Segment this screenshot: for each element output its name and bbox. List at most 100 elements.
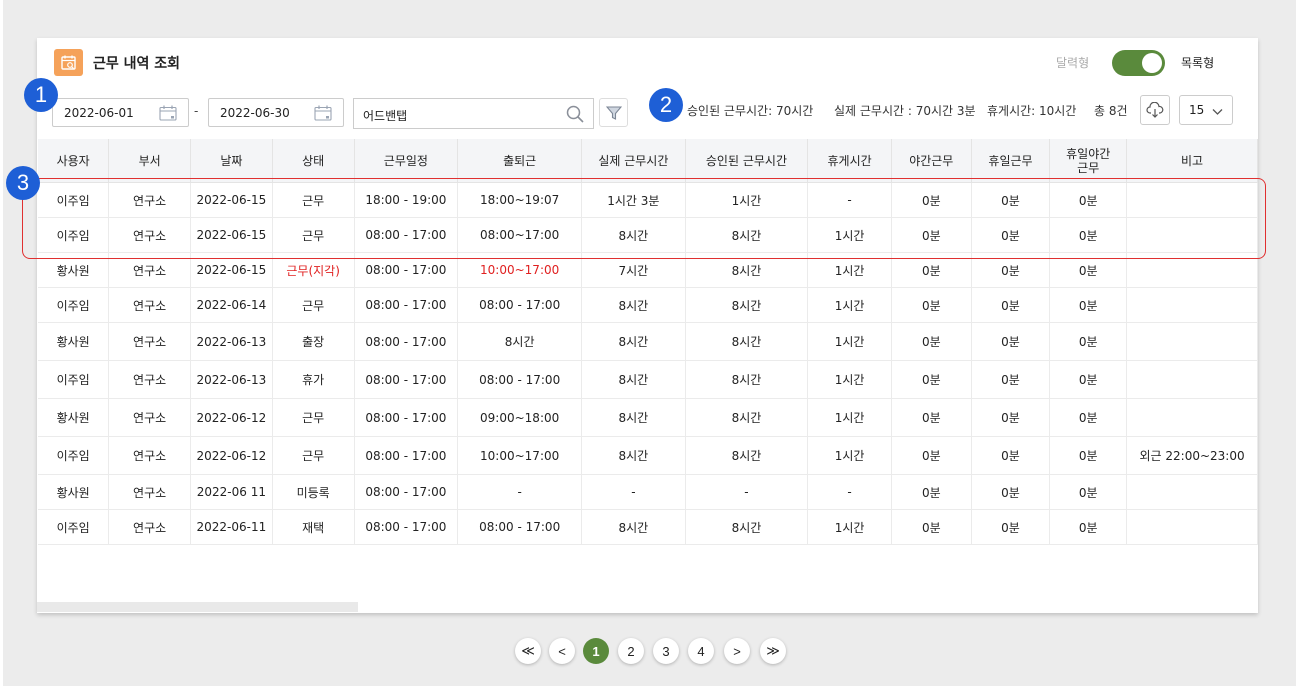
cell-actual-hours: 8시간: [581, 217, 686, 253]
search-input[interactable]: 어드밴탭: [353, 98, 594, 129]
cell-user: 이주임: [38, 287, 110, 323]
cell-actual-hours: 8시간: [581, 509, 686, 545]
col-user[interactable]: 사용자: [38, 139, 110, 183]
table-row[interactable]: 황사원 연구소 2022-06-15 근무(지각) 08:00 - 17:00 10:00…: [38, 252, 1258, 288]
cell-schedule: 08:00 - 17:00: [354, 436, 459, 475]
chevron-down-icon: [1212, 105, 1223, 119]
cell-department: 연구소: [108, 436, 191, 475]
download-button[interactable]: [1140, 95, 1170, 125]
col-clock-in-out[interactable]: 출퇴근: [457, 139, 583, 183]
table-row[interactable]: 이주임 연구소 2022-06-11 재택 08:00 - 17:00 08:00 - 1…: [38, 509, 1258, 545]
filter-button[interactable]: [599, 98, 628, 127]
cell-break: 1시간: [807, 322, 892, 361]
search-icon[interactable]: [566, 105, 584, 126]
end-date-field[interactable]: 2022-06-30: [208, 98, 344, 127]
col-break[interactable]: 휴게시간: [807, 139, 892, 183]
cell-night-work: 0분: [891, 509, 972, 545]
cell-department: 연구소: [108, 398, 191, 437]
work-history-table: 사용자 부서 날짜 상태 근무일정 출퇴근 실제 근무시간 승인된 근무시간 휴…: [38, 139, 1258, 545]
table-row[interactable]: 이주임 연구소 2022-06-14 근무 08:00 - 17:00 08:00 - 1…: [38, 287, 1258, 323]
next-page-button[interactable]: >: [724, 638, 750, 664]
marker-1: 1: [24, 78, 58, 112]
col-approved-hours[interactable]: 승인된 근무시간: [685, 139, 809, 183]
page-button-4[interactable]: 4: [688, 638, 714, 664]
cell-break: 1시간: [807, 217, 892, 253]
cell-date: 2022-06-12: [190, 398, 273, 437]
cell-break: -: [807, 474, 892, 510]
table-row[interactable]: 이주임 연구소 2022-06-15 근무 18:00 - 19:00 18:00~19:…: [38, 182, 1258, 218]
cell-approved-hours: 8시간: [685, 360, 809, 399]
cell-night-work: 0분: [891, 322, 972, 361]
cell-actual-hours: 7시간: [581, 252, 686, 288]
cell-note: [1126, 398, 1258, 437]
col-status[interactable]: 상태: [272, 139, 355, 183]
col-date[interactable]: 날짜: [190, 139, 273, 183]
view-toggle[interactable]: [1112, 50, 1165, 76]
cell-holiday-work: 0분: [971, 182, 1051, 218]
col-department[interactable]: 부서: [108, 139, 191, 183]
cell-date: 2022-06-14: [190, 287, 273, 323]
cell-note: [1126, 182, 1258, 218]
start-date-field[interactable]: 2022-06-01: [52, 98, 189, 127]
col-holiday-night-work[interactable]: 휴일야간 근무: [1049, 139, 1128, 183]
page-button-1[interactable]: 1: [583, 638, 609, 664]
cell-schedule: 08:00 - 17:00: [354, 474, 459, 510]
prev-page-button[interactable]: <: [549, 638, 575, 664]
table-header-row: 사용자 부서 날짜 상태 근무일정 출퇴근 실제 근무시간 승인된 근무시간 휴…: [38, 139, 1258, 183]
col-actual-hours[interactable]: 실제 근무시간: [581, 139, 686, 183]
cell-clock-in-out: 8시간: [457, 322, 583, 361]
cell-schedule: 08:00 - 17:00: [354, 509, 459, 545]
first-page-button[interactable]: ≪: [515, 638, 541, 664]
horizontal-scrollbar[interactable]: [37, 602, 358, 612]
col-holiday-work[interactable]: 휴일근무: [971, 139, 1051, 183]
cell-night-work: 0분: [891, 217, 972, 253]
cell-note: 외근 22:00~23:00: [1126, 436, 1258, 475]
cell-break: 1시간: [807, 398, 892, 437]
calendar-icon[interactable]: [159, 105, 177, 124]
cell-night-work: 0분: [891, 436, 972, 475]
cell-schedule: 08:00 - 17:00: [354, 252, 459, 288]
page-button-2[interactable]: 2: [618, 638, 644, 664]
approved-hours: 승인된 근무시간: 70시간: [687, 104, 814, 118]
cell-holiday-work: 0분: [971, 509, 1051, 545]
cell-date: 2022-06-13: [190, 322, 273, 361]
cell-night-work: 0분: [891, 287, 972, 323]
cell-approved-hours: 8시간: [685, 436, 809, 475]
page-size-select[interactable]: 15: [1179, 95, 1233, 125]
cell-department: 연구소: [108, 287, 191, 323]
cell-department: 연구소: [108, 217, 191, 253]
cell-note: [1126, 217, 1258, 253]
cell-clock-in-out: 09:00~18:00: [457, 398, 583, 437]
table-row[interactable]: 이주임 연구소 2022-06-12 근무 08:00 - 17:00 10:00~17:…: [38, 436, 1258, 475]
cell-date: 2022-06-15: [190, 252, 273, 288]
cell-holiday-work: 0분: [971, 252, 1051, 288]
col-schedule[interactable]: 근무일정: [354, 139, 459, 183]
cell-note: [1126, 322, 1258, 361]
cell-clock-in-out: -: [457, 474, 583, 510]
page-button-3[interactable]: 3: [653, 638, 679, 664]
cell-approved-hours: -: [685, 474, 809, 510]
search-value: 어드밴탭: [363, 109, 408, 123]
cell-approved-hours: 8시간: [685, 398, 809, 437]
table-row[interactable]: 황사원 연구소 2022-06-13 출장 08:00 - 17:00 8시간 8시간 8시간…: [38, 322, 1258, 361]
cell-break: 1시간: [807, 360, 892, 399]
cell-note: [1126, 287, 1258, 323]
cell-schedule: 08:00 - 17:00: [354, 287, 459, 323]
cell-holiday-night-work: 0분: [1049, 509, 1128, 545]
cell-department: 연구소: [108, 252, 191, 288]
table-row[interactable]: 황사원 연구소 2022-06 11 미등록 08:00 - 17:00- - - -0분 0분…: [38, 474, 1258, 510]
list-view-label[interactable]: 목록형: [1181, 54, 1214, 71]
last-page-button[interactable]: ≫: [760, 638, 786, 664]
table-row[interactable]: 황사원 연구소 2022-06-12 근무 08:00 - 17:00 09:00~18:…: [38, 398, 1258, 437]
cell-clock-in-out: 10:00~17:00: [457, 252, 583, 288]
col-night-work[interactable]: 야간근무: [891, 139, 972, 183]
table-row[interactable]: 이주임 연구소 2022-06-13 휴가 08:00 - 17:00 08:00 - 1…: [38, 360, 1258, 399]
cell-night-work: 0분: [891, 252, 972, 288]
calendar-view-label[interactable]: 달력형: [1056, 54, 1089, 71]
col-note[interactable]: 비고: [1126, 139, 1258, 183]
cell-break: -: [807, 182, 892, 218]
cell-approved-hours: 8시간: [685, 252, 809, 288]
calendar-icon[interactable]: [314, 105, 332, 124]
table-row[interactable]: 이주임 연구소 2022-06-15 근무 08:00 - 17:00 08:00~17:…: [38, 217, 1258, 253]
cell-night-work: 0분: [891, 182, 972, 218]
